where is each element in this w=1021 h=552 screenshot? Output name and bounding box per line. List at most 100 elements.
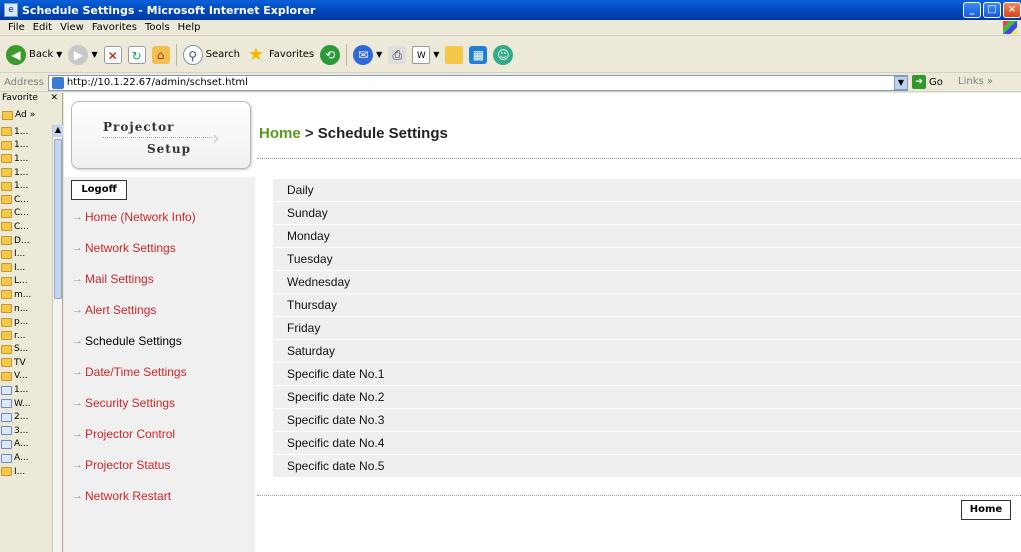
scrollbar-thumb[interactable] — [54, 139, 62, 299]
schedule-row[interactable]: Specific date No.3 — [273, 409, 1021, 431]
nav-link-security-settings[interactable]: → Security Settings — [72, 396, 175, 410]
nav-link-network-restart[interactable]: → Network Restart — [72, 489, 171, 503]
favorites-item[interactable]: I... — [0, 261, 52, 275]
mail-button[interactable]: ✉ ▼ — [353, 44, 382, 65]
search-icon: ⚲ — [182, 44, 203, 65]
nav-link-mail-settings[interactable]: → Mail Settings — [72, 272, 154, 286]
favorites-item[interactable]: TV — [0, 356, 52, 370]
scroll-up-icon[interactable]: ▲ — [53, 125, 63, 137]
favorites-item[interactable]: p... — [0, 315, 52, 329]
refresh-button[interactable]: ↻ — [127, 45, 146, 64]
favorites-item[interactable]: C... — [0, 220, 52, 234]
favorites-item[interactable]: C... — [0, 207, 52, 221]
nav-link-network-settings[interactable]: → Network Settings — [72, 241, 176, 255]
ie-app-icon[interactable]: e — [4, 3, 18, 17]
history-button[interactable]: ⟲ — [320, 44, 341, 65]
favorites-item[interactable]: 1... — [0, 139, 52, 153]
schedule-row[interactable]: Daily — [273, 179, 1021, 201]
favorites-item[interactable]: A... — [0, 438, 52, 452]
address-input[interactable]: http://10.1.22.67/admin/schset.html — [47, 74, 908, 91]
favorites-item[interactable]: D... — [0, 234, 52, 248]
go-button[interactable]: ➔ Go — [912, 75, 943, 89]
favorites-item-label: C... — [14, 221, 29, 232]
edit-button[interactable]: W ▼ — [412, 45, 439, 64]
favorites-item[interactable]: 1... — [0, 152, 52, 166]
minimize-button[interactable]: _ — [963, 2, 981, 18]
nav-link-projector-status[interactable]: → Projector Status — [72, 458, 170, 472]
schedule-row[interactable]: Sunday — [273, 202, 1021, 224]
favorites-item[interactable]: n... — [0, 302, 52, 316]
favorites-item[interactable]: I... — [0, 247, 52, 261]
favorites-item[interactable]: 2... — [0, 410, 52, 424]
breadcrumb: Home > Schedule Settings — [259, 125, 448, 142]
folder-button[interactable] — [445, 45, 464, 64]
links-toolbar[interactable]: Links » — [958, 76, 993, 87]
print-button[interactable]: ⎙ — [388, 45, 407, 64]
favorites-button[interactable]: ★ Favorites — [246, 44, 314, 65]
nav-link-schedule-settings[interactable]: → Schedule Settings — [72, 334, 182, 348]
favorites-item[interactable]: 1... — [0, 125, 52, 139]
arrow-right-icon: → — [72, 273, 83, 285]
favorites-item[interactable]: r... — [0, 329, 52, 343]
arrow-right-icon: → — [72, 428, 83, 440]
favorites-item[interactable]: 1... — [0, 166, 52, 180]
address-bar: Address http://10.1.22.67/admin/schset.h… — [0, 74, 1021, 92]
favorites-item[interactable]: 1... — [0, 383, 52, 397]
folder-icon — [1, 467, 12, 477]
schedule-row[interactable]: Specific date No.2 — [273, 386, 1021, 408]
logoff-button[interactable]: Logoff — [71, 180, 127, 200]
research-button[interactable]: ▦ — [469, 45, 488, 64]
favorites-item[interactable]: V... — [0, 370, 52, 384]
close-button[interactable]: × — [1003, 2, 1021, 18]
back-label: Back — [29, 49, 54, 60]
search-button[interactable]: ⚲ Search — [182, 44, 240, 65]
favorites-item[interactable]: 3... — [0, 424, 52, 438]
nav-link-projector-control[interactable]: → Projector Control — [72, 427, 175, 441]
favorites-item[interactable]: A... — [0, 451, 52, 465]
nav-link-label: Mail Settings — [85, 272, 154, 286]
close-icon[interactable]: ✕ — [50, 93, 58, 103]
folder-icon — [1, 263, 12, 273]
favorites-item[interactable]: C... — [0, 193, 52, 207]
favorites-item[interactable]: L... — [0, 275, 52, 289]
nav-link-label: Schedule Settings — [85, 334, 182, 348]
nav-link-date-time-settings[interactable]: → Date/Time Settings — [72, 365, 187, 379]
menu-file[interactable]: File — [8, 22, 25, 33]
address-dropdown-button[interactable]: ▼ — [894, 76, 908, 90]
messenger-button[interactable]: ☺ — [493, 44, 514, 65]
nav-link-home-network-info[interactable]: → Home (Network Info) — [72, 210, 196, 224]
home-button[interactable]: Home — [961, 500, 1011, 520]
schedule-row[interactable]: Saturday — [273, 340, 1021, 362]
logo-line-1: Projector — [103, 120, 175, 134]
add-favorite-button[interactable]: Ad » — [0, 107, 62, 123]
back-button[interactable]: ◀ Back ▼ — [6, 44, 62, 65]
schedule-row[interactable]: Friday — [273, 317, 1021, 339]
schedule-row[interactable]: Thursday — [273, 294, 1021, 316]
favorites-item[interactable]: S... — [0, 343, 52, 357]
nav-link-alert-settings[interactable]: → Alert Settings — [72, 303, 156, 317]
menu-edit[interactable]: Edit — [33, 22, 52, 33]
schedule-row[interactable]: Specific date No.5 — [273, 455, 1021, 477]
stop-button[interactable]: ✕ — [103, 45, 122, 64]
breadcrumb-home-link[interactable]: Home — [259, 125, 301, 142]
favorites-scrollbar[interactable]: ▲ — [52, 125, 63, 552]
schedule-row[interactable]: Specific date No.4 — [273, 432, 1021, 454]
maximize-button[interactable]: □ — [983, 2, 1001, 18]
forward-button[interactable]: ▶ ▼ — [68, 44, 98, 65]
schedule-row[interactable]: Tuesday — [273, 248, 1021, 270]
favorites-item[interactable]: 1... — [0, 179, 52, 193]
schedule-row[interactable]: Specific date No.1 — [273, 363, 1021, 385]
favorites-item[interactable]: W... — [0, 397, 52, 411]
home-toolbar-button[interactable]: ⌂ — [151, 45, 170, 64]
menu-favorites[interactable]: Favorites — [92, 22, 137, 33]
schedule-row[interactable]: Monday — [273, 225, 1021, 247]
favorites-item[interactable]: m... — [0, 288, 52, 302]
address-url: http://10.1.22.67/admin/schset.html — [66, 77, 248, 88]
folder-icon — [1, 249, 12, 259]
menu-tools[interactable]: Tools — [145, 22, 170, 33]
schedule-row[interactable]: Wednesday — [273, 271, 1021, 293]
menu-help[interactable]: Help — [178, 22, 201, 33]
favorites-item-label: C... — [14, 194, 29, 205]
favorites-item[interactable]: I... — [0, 465, 52, 479]
menu-view[interactable]: View — [60, 22, 84, 33]
